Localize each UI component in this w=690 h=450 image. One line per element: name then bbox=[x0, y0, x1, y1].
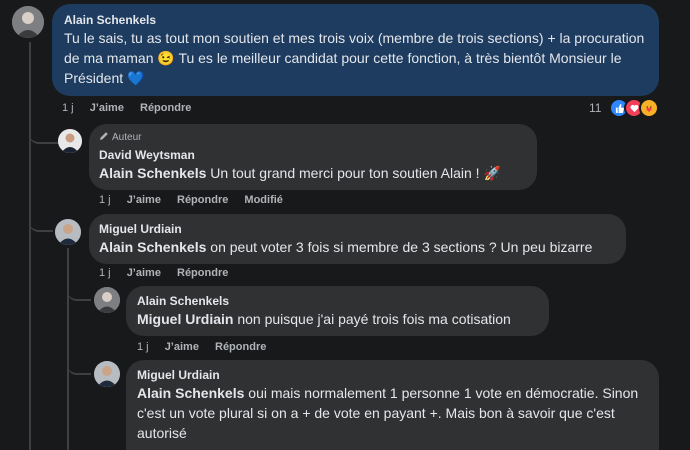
reply-button[interactable]: Répondre bbox=[140, 102, 191, 114]
mention[interactable]: Alain Schenkels bbox=[137, 385, 244, 401]
comment-author[interactable]: Alain Schenkels bbox=[64, 12, 647, 28]
mention[interactable]: Alain Schenkels bbox=[99, 239, 206, 255]
thread-connector bbox=[29, 205, 53, 232]
like-button[interactable]: J’aime bbox=[127, 194, 161, 206]
comment-author[interactable]: Miguel Urdiain bbox=[137, 367, 648, 383]
comment-bubble: Miguel Urdiain Alain Schenkels oui mais … bbox=[126, 360, 659, 450]
like-button[interactable]: J’aime bbox=[90, 102, 124, 114]
thread-line bbox=[29, 42, 31, 450]
comment-bubble: Alain Schenkels Tu le sais, tu as tout m… bbox=[52, 4, 659, 96]
avatar[interactable] bbox=[94, 361, 120, 387]
like-button[interactable]: J’aime bbox=[127, 267, 161, 279]
comment-actions: 1 j J’aime Répondre Modifié bbox=[99, 194, 296, 206]
timestamp[interactable]: 1 j bbox=[62, 102, 74, 114]
timestamp[interactable]: 1 j bbox=[99, 194, 111, 206]
like-button[interactable]: J’aime bbox=[165, 341, 199, 353]
care-reaction-icon bbox=[639, 98, 660, 118]
mention[interactable]: Miguel Urdiain bbox=[137, 311, 233, 327]
comment-actions: 1 j J’aime Répondre bbox=[62, 102, 204, 114]
comment-actions: 1 j J’aime Répondre bbox=[99, 267, 241, 279]
comment-bubble: Miguel Urdiain Alain Schenkels on peut v… bbox=[89, 214, 626, 264]
comment-author[interactable]: Miguel Urdiain bbox=[99, 221, 616, 237]
comment-bubble: Auteur David Weytsman Alain Schenkels Un… bbox=[89, 124, 537, 190]
timestamp[interactable]: 1 j bbox=[99, 267, 111, 279]
edited-label[interactable]: Modifié bbox=[244, 194, 283, 206]
comment-author[interactable]: Alain Schenkels bbox=[137, 293, 538, 309]
mention[interactable]: Alain Schenkels bbox=[99, 165, 206, 181]
author-badge-label: Auteur bbox=[112, 132, 142, 143]
reaction-count: 11 bbox=[589, 101, 602, 115]
comment-bubble: Alain Schenkels Miguel Urdiain non puisq… bbox=[126, 286, 549, 336]
avatar[interactable] bbox=[58, 129, 82, 153]
comment-text: Tu le sais, tu as tout mon soutien et me… bbox=[64, 30, 645, 86]
reply-button[interactable]: Répondre bbox=[215, 341, 266, 353]
reply-button[interactable]: Répondre bbox=[177, 267, 228, 279]
thread-connector bbox=[67, 278, 91, 301]
thread-connector bbox=[67, 352, 91, 375]
timestamp[interactable]: 1 j bbox=[137, 341, 149, 353]
author-badge: Auteur bbox=[99, 131, 527, 145]
avatar[interactable] bbox=[12, 6, 44, 38]
avatar[interactable] bbox=[55, 219, 81, 245]
comment-text: non puisque j'ai payé trois fois ma coti… bbox=[233, 311, 511, 327]
avatar[interactable] bbox=[94, 287, 120, 313]
pencil-icon bbox=[99, 131, 109, 145]
reply-button[interactable]: Répondre bbox=[177, 194, 228, 206]
comment-text: Un tout grand merci pour ton soutien Ala… bbox=[206, 165, 501, 181]
reaction-summary[interactable]: 11 bbox=[589, 98, 660, 118]
comment-author[interactable]: David Weytsman bbox=[99, 147, 527, 163]
comment-text: on peut voter 3 fois si membre de 3 sect… bbox=[206, 239, 593, 255]
comment-actions: 1 j J’aime Répondre bbox=[137, 341, 279, 353]
